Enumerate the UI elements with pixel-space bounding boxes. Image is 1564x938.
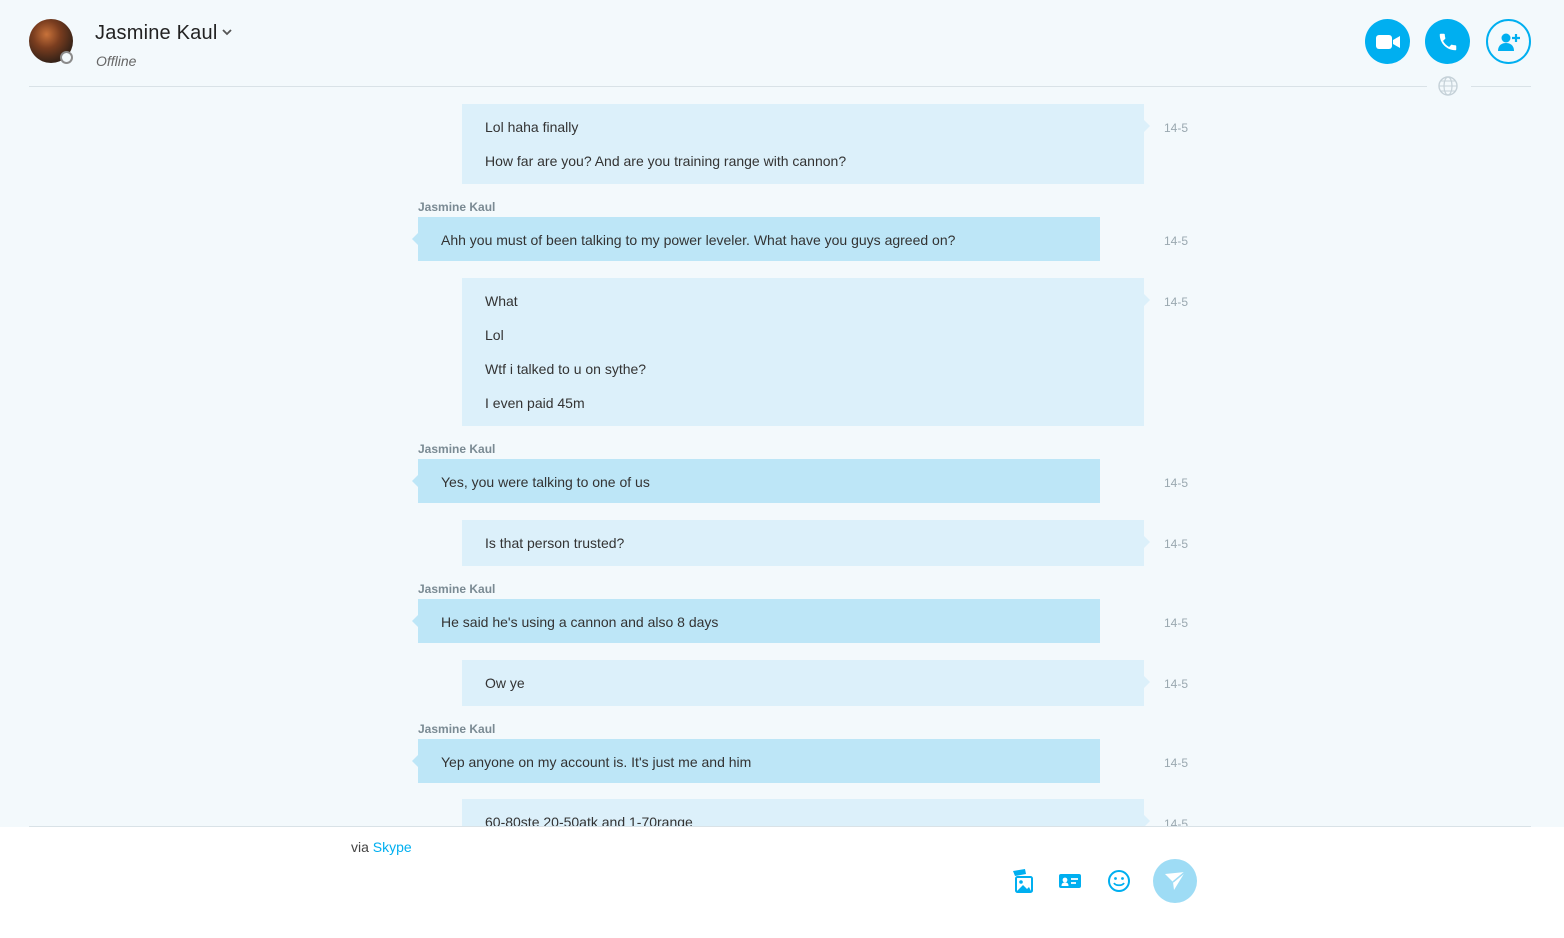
conversation-header: Jasmine Kaul Offline [0, 0, 1564, 87]
add-people-button[interactable] [1486, 19, 1531, 64]
message-timestamp: 14-5 [1164, 121, 1189, 135]
message-text: What [485, 293, 518, 309]
contact-card-icon [1059, 874, 1081, 888]
message-text: Ow ye [485, 675, 525, 691]
message-bubble-outgoing[interactable]: What Lol Wtf i talked to u on sythe? I e… [462, 278, 1150, 426]
audio-call-button[interactable] [1425, 19, 1470, 64]
via-prefix: via [351, 839, 369, 855]
video-camera-icon [1375, 34, 1400, 49]
sender-name: Jasmine Kaul [418, 722, 496, 736]
message-composer: via Skype [0, 827, 1564, 938]
message-bubble-incoming[interactable]: Yep anyone on my account is. It's just m… [412, 739, 1100, 783]
message-text: Ahh you must of been talking to my power… [441, 232, 956, 248]
contact-name[interactable]: Jasmine Kaul [95, 22, 217, 45]
message-text: Lol haha finally [485, 119, 579, 135]
message-timestamp: 14-5 [1164, 817, 1189, 826]
message-text: I even paid 45m [485, 395, 585, 411]
video-call-button[interactable] [1365, 19, 1410, 64]
message-bubble-outgoing[interactable]: 60-80ste 20-50atk and 1-70range [462, 799, 1150, 826]
message-text: How far are you? And are you training ra… [485, 153, 847, 169]
phone-icon [1439, 33, 1456, 50]
contact-card-button[interactable] [1056, 867, 1084, 895]
add-person-icon [1497, 33, 1520, 51]
message-timestamp: 14-5 [1164, 756, 1189, 770]
media-gallery-button[interactable] [1008, 867, 1036, 895]
media-gallery-icon [1013, 869, 1033, 893]
emoji-button[interactable] [1105, 867, 1133, 895]
message-timestamp: 14-5 [1164, 537, 1189, 551]
message-bubble-outgoing[interactable]: Ow ye [462, 660, 1150, 706]
skype-link[interactable]: Skype [373, 839, 412, 855]
message-text: Is that person trusted? [485, 535, 625, 551]
message-bubble-outgoing[interactable]: Lol haha finally How far are you? And ar… [462, 104, 1150, 184]
message-text: He said he's using a cannon and also 8 d… [441, 614, 719, 630]
message-list[interactable]: Lol haha finally How far are you? And ar… [0, 87, 1564, 826]
sender-name: Jasmine Kaul [418, 582, 496, 596]
message-text: 60-80ste 20-50atk and 1-70range [485, 814, 693, 826]
message-text: Yes, you were talking to one of us [441, 474, 650, 490]
message-timestamp: 14-5 [1164, 234, 1189, 248]
message-bubble-incoming[interactable]: Yes, you were talking to one of us [412, 459, 1100, 503]
emoji-icon [1108, 870, 1130, 892]
message-timestamp: 14-5 [1164, 616, 1189, 630]
via-skype-label: via Skype [351, 839, 412, 855]
send-button[interactable] [1153, 859, 1197, 903]
message-text: Wtf i talked to u on sythe? [485, 361, 647, 377]
chevron-down-icon[interactable] [220, 25, 234, 39]
message-bubble-incoming[interactable]: Ahh you must of been talking to my power… [412, 217, 1100, 261]
sender-name: Jasmine Kaul [418, 442, 496, 456]
message-bubble-outgoing[interactable]: Is that person trusted? [462, 520, 1150, 566]
send-icon [1165, 871, 1186, 890]
message-bubble-incoming[interactable]: He said he's using a cannon and also 8 d… [412, 599, 1100, 643]
message-timestamp: 14-5 [1164, 677, 1189, 691]
sender-name: Jasmine Kaul [418, 200, 496, 214]
presence-offline-icon [60, 51, 73, 64]
message-timestamp: 14-5 [1164, 476, 1189, 490]
message-timestamp: 14-5 [1164, 295, 1189, 309]
contact-status: Offline [96, 53, 137, 69]
message-text: Lol [485, 327, 504, 343]
message-text: Yep anyone on my account is. It's just m… [441, 754, 752, 770]
